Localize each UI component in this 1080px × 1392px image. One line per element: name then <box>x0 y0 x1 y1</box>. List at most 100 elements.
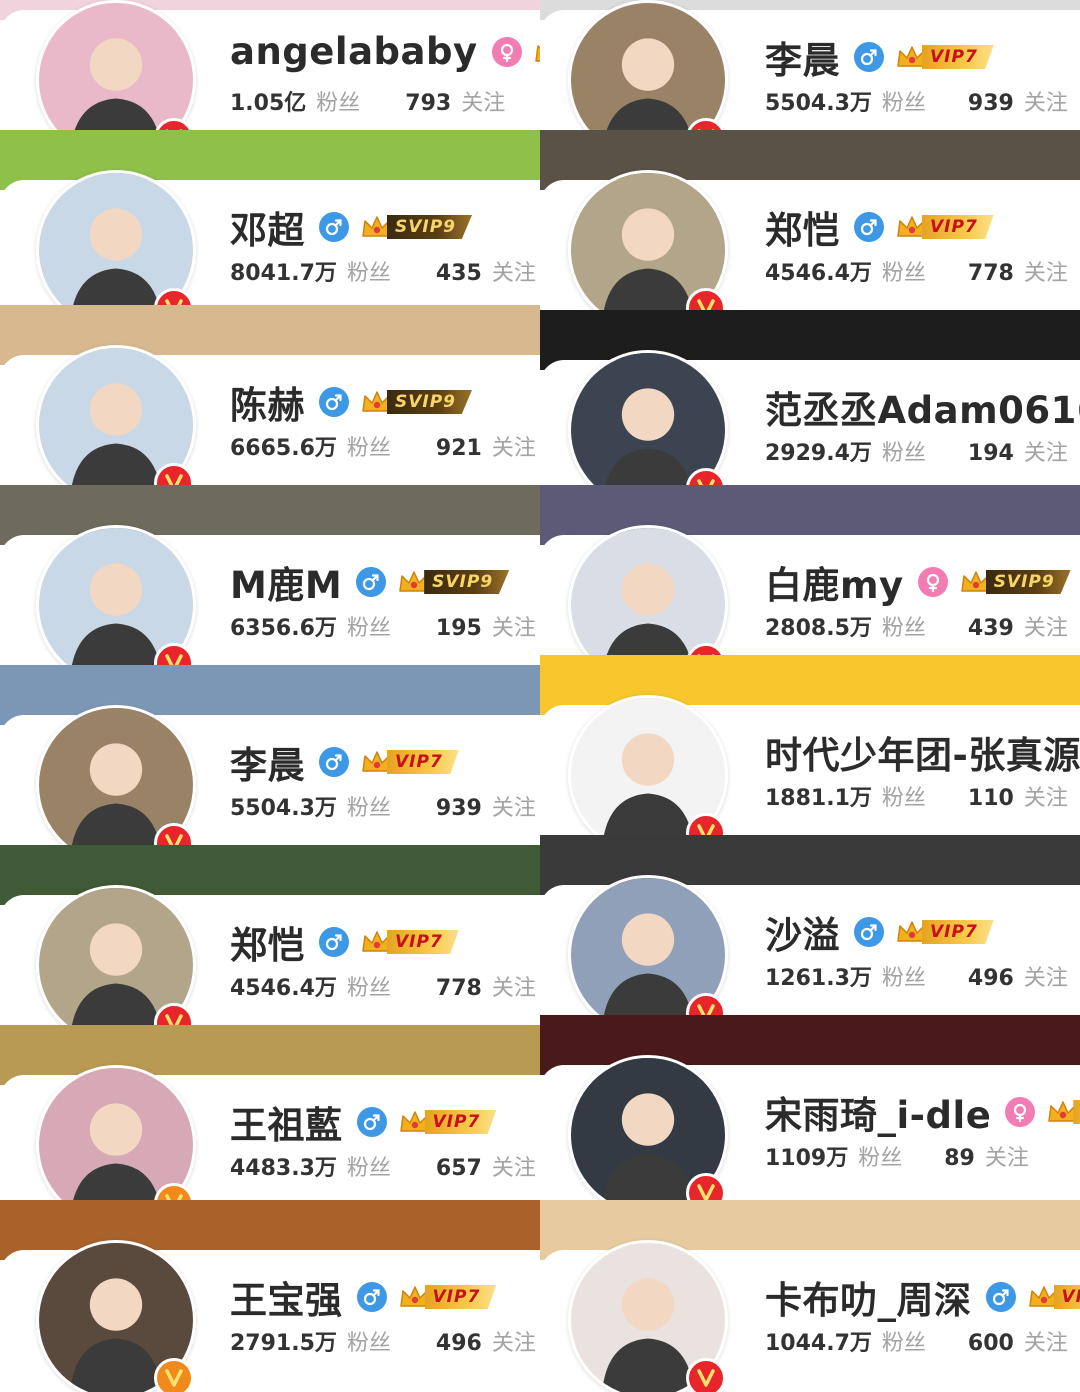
follow-count[interactable]: 435 <box>436 261 482 286</box>
vip-badge[interactable]: VIP <box>1028 1283 1080 1311</box>
user-name[interactable]: 李晨 <box>765 30 840 84</box>
profile-card[interactable]: 卡布叻_周深 VIP 1044.7万 粉丝 600 关注 <box>540 1200 1080 1392</box>
fans-count[interactable]: 2808.5万 <box>765 610 872 642</box>
vip-badge[interactable]: SVIP9 <box>960 568 1071 596</box>
profile-card[interactable]: 王祖藍 VIP7 4483.3万 粉丝 657 关注 <box>0 1025 540 1200</box>
name-row: angelababy SVIP <box>230 30 540 73</box>
user-name[interactable]: 宋雨琦_i-dle <box>765 1085 991 1139</box>
vip-badge[interactable]: VIP7 <box>361 928 459 956</box>
fans-count[interactable]: 1044.7万 <box>765 1325 872 1357</box>
profile-card[interactable]: 王宝强 VIP7 2791.5万 粉丝 496 关注 <box>0 1200 540 1392</box>
vip-badge[interactable]: VIP7 <box>399 1108 497 1136</box>
vip-badge[interactable]: SVIP9 <box>361 213 473 241</box>
user-name[interactable]: 卡布叻_周深 <box>765 1270 972 1324</box>
user-name[interactable]: 邓超 <box>230 200 305 254</box>
profile-card[interactable]: 李晨 VIP7 5504.3万 粉丝 939 关注 <box>0 665 540 845</box>
profile-card[interactable]: 邓超 SVIP9 8041.7万 粉丝 435 关注 <box>0 130 540 305</box>
follow-count[interactable]: 921 <box>436 436 482 461</box>
follow-count[interactable]: 110 <box>968 786 1014 811</box>
fans-count[interactable]: 4483.3万 <box>230 1150 337 1182</box>
follow-count[interactable]: 778 <box>968 261 1014 286</box>
profile-card[interactable]: angelababy SVIP 1.05亿 粉丝 793 关注 <box>0 0 540 130</box>
avatar[interactable] <box>36 1065 196 1200</box>
fans-count[interactable]: 6356.6万 <box>230 610 337 642</box>
avatar[interactable] <box>36 705 196 845</box>
vip-badge[interactable]: VIP7 <box>896 213 994 241</box>
vip-badge[interactable]: SVIP9 <box>361 388 473 416</box>
avatar[interactable] <box>36 1240 196 1392</box>
user-name[interactable]: 白鹿my <box>765 555 904 609</box>
avatar[interactable] <box>568 0 728 130</box>
profile-card[interactable]: 白鹿my SVIP9 2808.5万 粉丝 439 关注 <box>540 485 1080 655</box>
user-name[interactable]: 范丞丞Adam0616 <box>765 380 1080 434</box>
profile-card[interactable]: 李晨 VIP7 5504.3万 粉丝 939 关注 <box>540 0 1080 130</box>
profile-card[interactable]: 范丞丞Adam0616 2929.4万 粉丝 194 关注 <box>540 310 1080 485</box>
fans-count[interactable]: 8041.7万 <box>230 255 337 287</box>
fans-label: 粉丝 <box>881 441 926 466</box>
fans-label: 粉丝 <box>881 261 926 286</box>
vip-badge[interactable]: VIP7 <box>361 748 459 776</box>
male-gender-icon <box>319 387 349 417</box>
follow-count[interactable]: 195 <box>436 616 482 641</box>
name-row: 陈赫 SVIP9 <box>230 375 473 429</box>
follow-count[interactable]: 600 <box>968 1331 1014 1356</box>
follow-count[interactable]: 194 <box>968 441 1014 466</box>
avatar[interactable] <box>568 170 728 310</box>
fans-count[interactable]: 4546.4万 <box>230 970 337 1002</box>
user-name[interactable]: 郑恺 <box>230 915 305 969</box>
user-name[interactable]: 王宝强 <box>230 1270 343 1324</box>
user-name[interactable]: angelababy <box>230 30 478 73</box>
vip-badge[interactable]: SVIP9 <box>398 568 510 596</box>
avatar[interactable] <box>36 345 196 485</box>
fans-count[interactable]: 6665.6万 <box>230 430 337 462</box>
follow-count[interactable]: 793 <box>405 91 451 116</box>
fans-count[interactable]: 1261.3万 <box>765 960 872 992</box>
vip-badge[interactable]: VIP7 <box>896 43 994 71</box>
follow-count[interactable]: 89 <box>944 1146 975 1171</box>
avatar[interactable] <box>568 525 728 655</box>
user-name[interactable]: 沙溢 <box>765 905 840 959</box>
avatar[interactable] <box>568 1055 728 1200</box>
follow-count[interactable]: 657 <box>436 1156 482 1181</box>
fans-count[interactable]: 4546.4万 <box>765 255 872 287</box>
fans-count[interactable]: 1881.1万 <box>765 780 872 812</box>
vip-badge[interactable]: VIP7 <box>896 918 994 946</box>
follow-count[interactable]: 778 <box>436 976 482 1001</box>
avatar[interactable] <box>568 350 728 485</box>
follow-count[interactable]: 439 <box>968 616 1014 641</box>
fans-count[interactable]: 2929.4万 <box>765 435 872 467</box>
user-name[interactable]: 时代少年团-张真源 <box>765 725 1080 779</box>
user-name[interactable]: 郑恺 <box>765 200 840 254</box>
vip-badge[interactable]: VIP <box>1047 1098 1080 1126</box>
profile-card[interactable]: M鹿M SVIP9 6356.6万 粉丝 195 关注 <box>0 485 540 665</box>
avatar[interactable] <box>36 885 196 1025</box>
avatar[interactable] <box>568 875 728 1015</box>
avatar[interactable] <box>568 695 728 835</box>
follow-count[interactable]: 496 <box>436 1331 482 1356</box>
avatar[interactable] <box>36 525 196 665</box>
follow-count[interactable]: 496 <box>968 966 1014 991</box>
fans-count[interactable]: 1109万 <box>765 1140 848 1172</box>
profile-card[interactable]: 宋雨琦_i-dle VIP 1109万 粉丝 89 关注 <box>540 1015 1080 1200</box>
avatar[interactable] <box>36 0 196 130</box>
profile-card[interactable]: 陈赫 SVIP9 6665.6万 粉丝 921 关注 <box>0 305 540 485</box>
profile-card[interactable]: 时代少年团-张真源 1881.1万 粉丝 110 关注 <box>540 655 1080 835</box>
vip-level-label: VIP7 <box>922 45 994 69</box>
fans-count[interactable]: 5504.3万 <box>230 790 337 822</box>
user-name[interactable]: 李晨 <box>230 735 305 789</box>
user-name[interactable]: 王祖藍 <box>230 1095 343 1149</box>
fans-count[interactable]: 1.05亿 <box>230 85 306 117</box>
avatar[interactable] <box>568 1240 728 1392</box>
vip-badge[interactable]: VIP7 <box>399 1283 497 1311</box>
user-name[interactable]: 陈赫 <box>230 375 305 429</box>
profile-card[interactable]: 沙溢 VIP7 1261.3万 粉丝 496 关注 <box>540 835 1080 1015</box>
avatar[interactable] <box>36 170 196 305</box>
user-name[interactable]: M鹿M <box>230 555 342 609</box>
fans-label: 粉丝 <box>346 1331 391 1356</box>
follow-count[interactable]: 939 <box>436 796 482 821</box>
fans-count[interactable]: 5504.3万 <box>765 85 872 117</box>
profile-card[interactable]: 郑恺 VIP7 4546.4万 粉丝 778 关注 <box>0 845 540 1025</box>
follow-count[interactable]: 939 <box>968 91 1014 116</box>
profile-card[interactable]: 郑恺 VIP7 4546.4万 粉丝 778 关注 <box>540 130 1080 310</box>
fans-count[interactable]: 2791.5万 <box>230 1325 337 1357</box>
